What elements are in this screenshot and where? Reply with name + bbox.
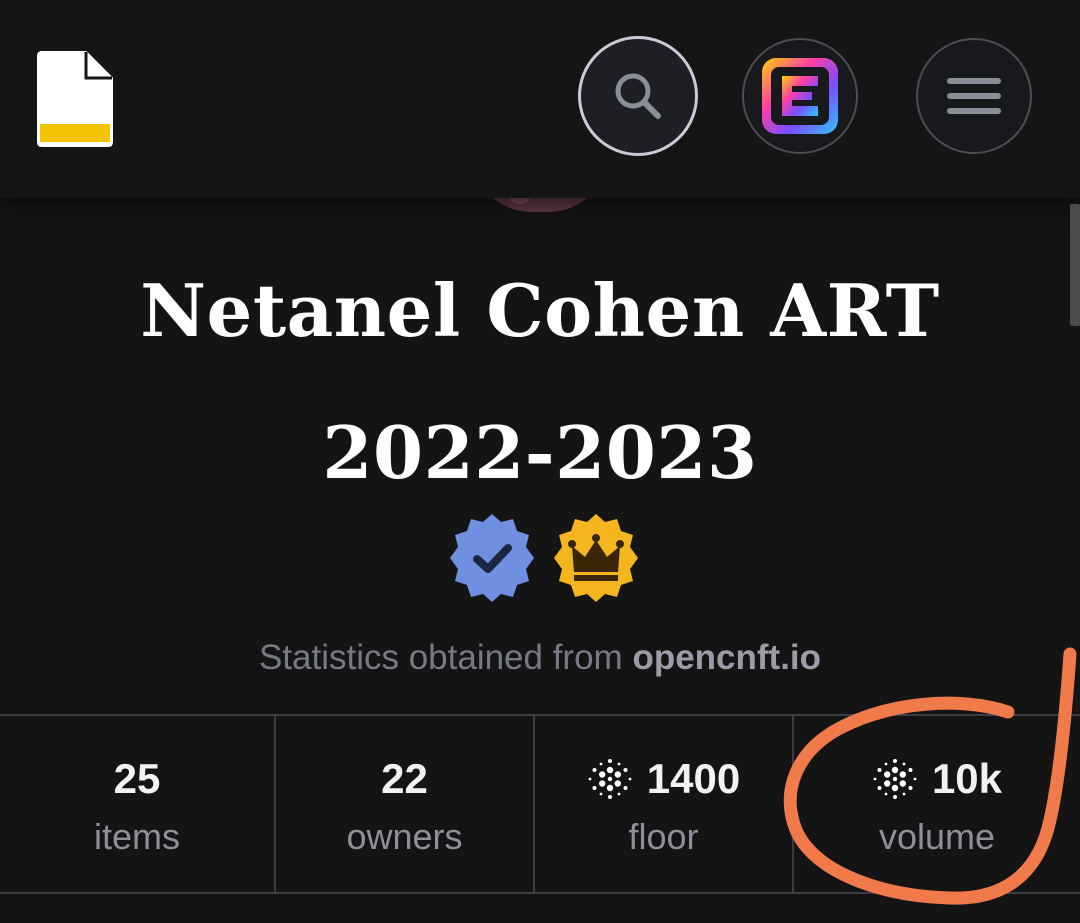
- hamburger-menu-icon: [947, 78, 1001, 114]
- stat-owners: 22 owners: [276, 716, 535, 892]
- stat-items: 25 items: [0, 716, 276, 892]
- stat-volume-label: volume: [878, 816, 996, 857]
- title-line-1: Netanel Cohen ART: [140, 268, 940, 353]
- title-line-2: 2022-2023: [322, 410, 758, 495]
- stat-volume-value: 10k: [931, 755, 1003, 802]
- stats-source-prefix: Statistics obtained from: [258, 638, 623, 677]
- ada-icon: [873, 759, 917, 799]
- scrollbar-thumb[interactable]: [1070, 204, 1080, 326]
- app-launcher-button[interactable]: [742, 38, 858, 154]
- stat-floor-value: 1400: [646, 755, 741, 802]
- stat-floor-label: floor: [628, 816, 699, 857]
- menu-button[interactable]: [916, 38, 1032, 154]
- stats-source-link[interactable]: opencnft.io: [632, 638, 821, 677]
- rainbow-e-app-icon: [762, 58, 838, 134]
- stat-items-value: 25: [113, 755, 161, 802]
- badges: [446, 512, 646, 604]
- stats-grid: 25 items 22 owners 1400 floor 10k volume: [0, 714, 1080, 894]
- stat-owners-value: 22: [381, 755, 428, 802]
- verified-badge-icon: [450, 514, 534, 602]
- stat-owners-label: owners: [346, 816, 463, 857]
- collection-title: Netanel Cohen ART 2022-2023: [0, 240, 1080, 524]
- stat-volume: 10k volume: [794, 716, 1080, 892]
- search-icon: [615, 73, 661, 119]
- stat-floor: 1400 floor: [535, 716, 794, 892]
- stats-source-text: Statistics obtained from opencnft.io: [0, 638, 1080, 678]
- search-button[interactable]: [578, 36, 698, 156]
- ada-icon: [588, 759, 632, 799]
- page: Netanel Cohen ART 2022-2023 Statistics o…: [0, 0, 1080, 923]
- crown-badge-icon: [554, 514, 638, 602]
- stat-items-label: items: [93, 816, 180, 857]
- top-header: [0, 0, 1080, 198]
- document-logo-icon[interactable]: [34, 48, 116, 150]
